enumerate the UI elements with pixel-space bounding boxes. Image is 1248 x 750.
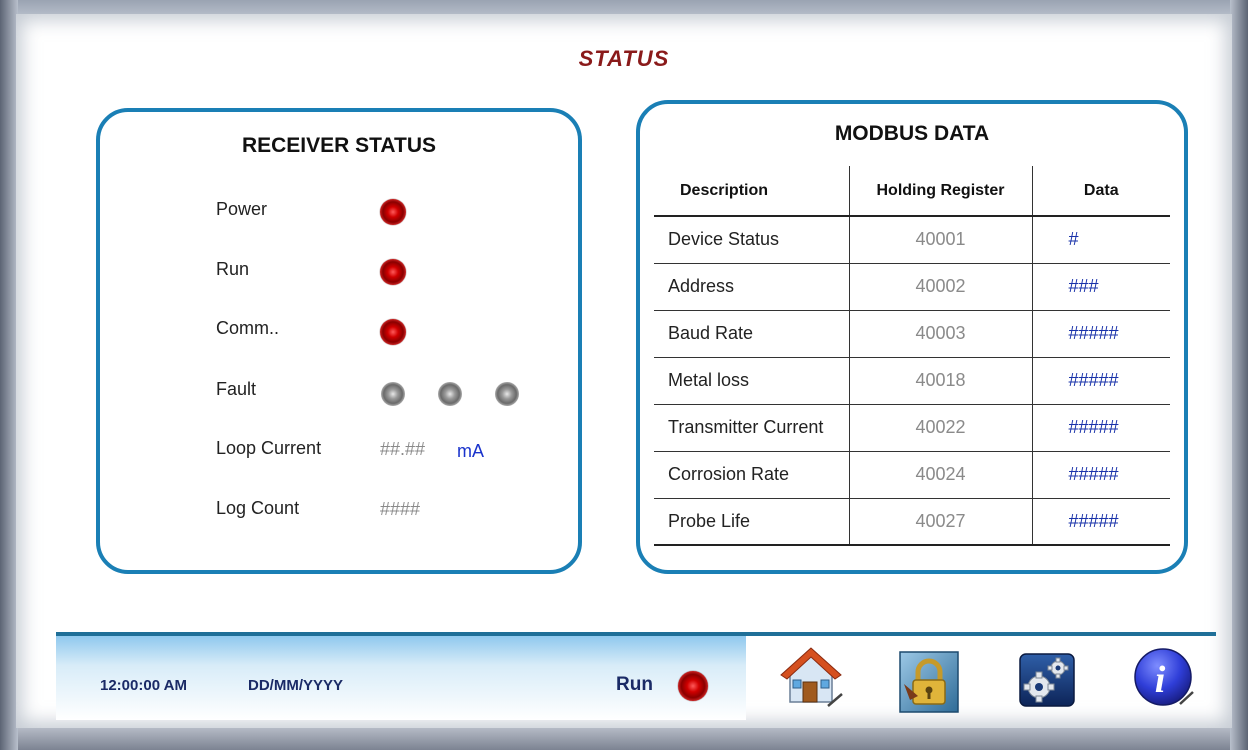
row-data: ### xyxy=(1031,263,1170,311)
fault-led-2-icon xyxy=(438,382,462,406)
row-register: 40018 xyxy=(848,357,1032,405)
power-label: Power xyxy=(216,199,268,219)
row-data: ##### xyxy=(1031,451,1170,499)
run-label: Run xyxy=(216,259,250,279)
security-button[interactable] xyxy=(896,650,962,716)
loop-current-label: Loop Current xyxy=(216,438,322,458)
receiver-status-heading: RECEIVER STATUS xyxy=(241,134,437,157)
receiver-status-panel: RECEIVER STATUS Power Run Comm.. Fault L… xyxy=(96,108,582,574)
settings-gear-icon xyxy=(1019,653,1075,707)
row-description: Address xyxy=(654,263,849,311)
fault-led-3-icon xyxy=(495,382,519,406)
svg-text:i: i xyxy=(1155,659,1166,701)
loop-current-unit: mA xyxy=(457,441,484,461)
status-row-run: Run xyxy=(100,256,578,286)
column-header-data: Data xyxy=(1031,166,1170,217)
clock-time: 12:00:00 AM xyxy=(100,677,187,694)
row-register: 40024 xyxy=(848,451,1032,499)
status-row-loop-current: Loop Current ##.## mA xyxy=(100,435,578,465)
fault-led-1-icon xyxy=(381,382,405,406)
row-description: Baud Rate xyxy=(654,310,849,358)
status-row-power: Power xyxy=(100,196,578,226)
power-led-icon xyxy=(380,199,406,225)
row-register: 40022 xyxy=(848,404,1032,452)
run-led-icon xyxy=(380,259,406,285)
column-header-description: Description xyxy=(654,166,849,217)
row-data: ##### xyxy=(1031,498,1170,546)
row-description: Transmitter Current xyxy=(654,404,849,452)
row-register: 40002 xyxy=(848,263,1032,311)
footer-run-led-icon xyxy=(678,671,708,701)
page-title: STATUS xyxy=(578,46,670,71)
home-icon xyxy=(780,647,843,707)
table-row: Transmitter Current 40022 ##### xyxy=(654,404,1170,452)
row-description: Probe Life xyxy=(654,498,849,546)
row-register: 40001 xyxy=(848,216,1032,264)
table-row: Baud Rate 40003 ##### xyxy=(654,310,1170,358)
table-row: Probe Life 40027 ##### xyxy=(654,498,1170,546)
clock-date: DD/MM/YYYY xyxy=(248,677,344,694)
info-icon: i xyxy=(1134,648,1194,706)
comm-label: Comm.. xyxy=(216,318,279,338)
home-button[interactable] xyxy=(778,644,844,710)
log-count-label: Log Count xyxy=(216,498,300,518)
row-description: Device Status xyxy=(654,216,849,264)
modbus-data-panel: MODBUS DATA Description Holding Register… xyxy=(636,100,1188,574)
status-row-fault: Fault xyxy=(100,376,578,406)
row-description: Metal loss xyxy=(654,357,849,405)
table-row: Device Status 40001 # xyxy=(654,216,1170,264)
status-row-log-count: Log Count #### xyxy=(100,495,578,525)
row-data: ##### xyxy=(1031,357,1170,405)
comm-led-icon xyxy=(380,319,406,345)
loop-current-value: ##.## xyxy=(380,439,426,459)
lock-icon xyxy=(899,651,959,713)
row-description: Corrosion Rate xyxy=(654,451,849,499)
modbus-data-heading: MODBUS DATA xyxy=(834,122,990,145)
table-row: Corrosion Rate 40024 ##### xyxy=(654,451,1170,499)
column-header-holding-register: Holding Register xyxy=(848,166,1032,217)
row-register: 40027 xyxy=(848,498,1032,546)
table-header-row: Description Holding Register Data xyxy=(654,166,1170,217)
footer-run-label: Run xyxy=(616,674,653,695)
settings-button[interactable] xyxy=(1014,646,1080,712)
row-data: ##### xyxy=(1031,404,1170,452)
fault-label: Fault xyxy=(216,379,257,399)
info-button[interactable]: i xyxy=(1130,644,1196,710)
row-data: # xyxy=(1031,216,1170,264)
status-row-comm: Comm.. xyxy=(100,315,578,345)
modbus-table: Description Holding Register Data Device… xyxy=(654,166,1170,546)
log-count-value: #### xyxy=(380,499,421,519)
hmi-screen: STATUS RECEIVER STATUS Power Run Comm.. … xyxy=(16,14,1232,728)
table-row: Metal loss 40018 ##### xyxy=(654,357,1170,405)
row-data: ##### xyxy=(1031,310,1170,358)
table-row: Address 40002 ### xyxy=(654,263,1170,311)
row-register: 40003 xyxy=(848,310,1032,358)
